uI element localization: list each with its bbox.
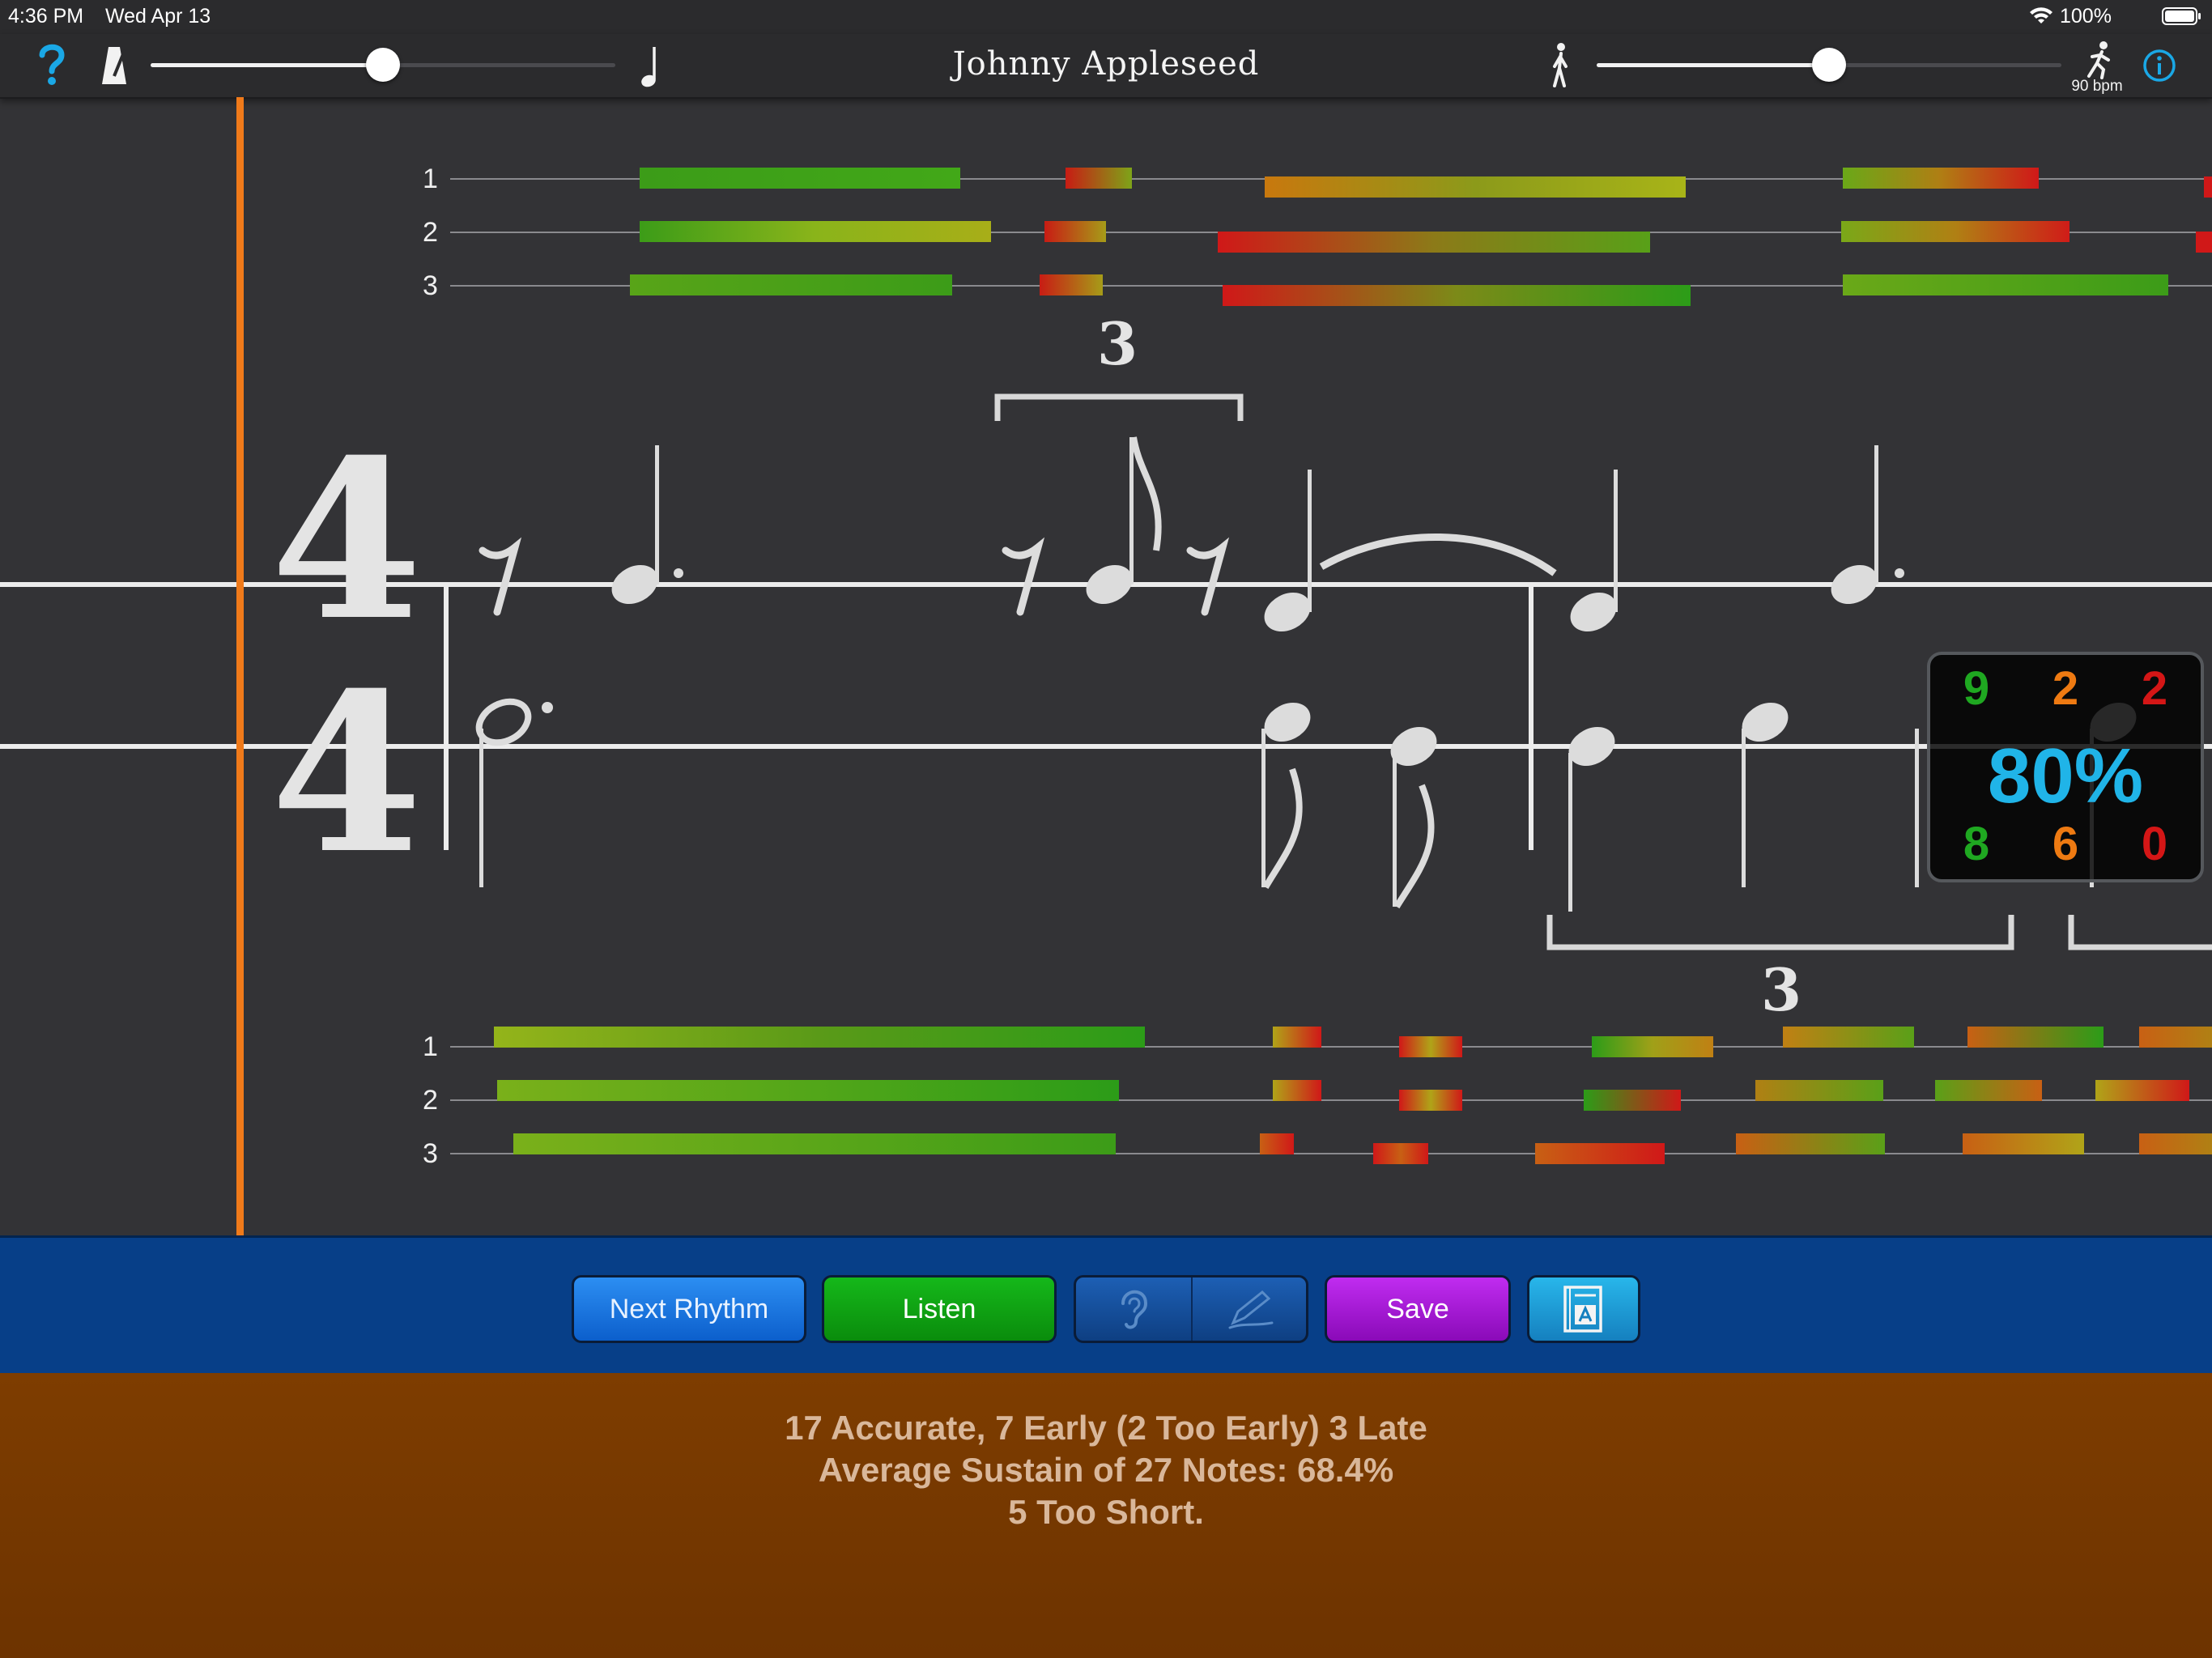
dictionary-book-icon (1563, 1286, 1602, 1333)
timing-bar (1273, 1080, 1321, 1101)
info-circle-icon[interactable] (2142, 49, 2176, 83)
ear-mode-button[interactable] (1076, 1278, 1193, 1341)
score-area[interactable]: 1 2 3 4 4 3 3 1 2 3 9 2 2 80% 8 6 0 (0, 97, 2212, 1235)
tempo-slider-thumb[interactable] (1812, 48, 1846, 82)
tuplet-number-bottom: 3 (1760, 955, 1802, 1024)
timing-bar (2139, 1027, 2212, 1048)
timing-bar (1592, 1036, 1713, 1057)
timing-bar (1755, 1080, 1883, 1101)
timing-bar (2139, 1133, 2212, 1154)
tempo-label: 90 bpm (2071, 78, 2123, 95)
timing-bar (2095, 1080, 2189, 1101)
walking-figure-icon (1553, 43, 1568, 87)
tuplet-number-top: 3 (1096, 309, 1138, 378)
timing-bar (513, 1133, 1116, 1154)
button-bar: Next Rhythm Listen Save (0, 1235, 2212, 1378)
timing-bar (1935, 1080, 2042, 1101)
listen-button[interactable]: Listen (822, 1275, 1057, 1343)
timing-bar (1783, 1027, 1914, 1048)
summary-bottom-late: 0 (2141, 818, 2168, 870)
lower-lane-label-3: 3 (423, 1138, 438, 1169)
timing-bar (494, 1027, 1145, 1048)
summary-top-early: 2 (2052, 662, 2079, 715)
timing-bar (1963, 1133, 2084, 1154)
tempo-slider[interactable] (1597, 48, 2061, 82)
playhead[interactable] (236, 97, 244, 1235)
timing-bar (1273, 1027, 1321, 1048)
running-figure-icon (2087, 41, 2110, 79)
timing-bar (1535, 1143, 1665, 1164)
toolbar: Johnny Appleseed 90 bpm (0, 34, 2212, 99)
results-sustain-line: Average Sustain of 27 Notes: 68.4% (818, 1451, 1394, 1489)
wifi-icon (2030, 7, 2052, 23)
summary-bottom-early: 6 (2052, 818, 2079, 870)
timing-bar (1260, 1133, 1294, 1154)
timing-bar (1736, 1133, 1885, 1154)
timing-bar (1584, 1090, 1681, 1111)
status-time: 4:36 PM (8, 5, 84, 28)
tempo-slider-fill (1597, 63, 1829, 67)
pencil-icon (1228, 1290, 1274, 1329)
score-summary-panel: 9 2 2 80% 8 6 0 (1927, 652, 2204, 882)
results-accuracy-line: 17 Accurate, 7 Early (2 Too Early) 3 Lat… (785, 1409, 1427, 1447)
summary-top-accurate: 9 (1963, 662, 1990, 715)
results-panel: 17 Accurate, 7 Early (2 Too Early) 3 Lat… (0, 1373, 2212, 1658)
results-too-short-line: 5 Too Short. (1008, 1493, 1204, 1531)
summary-bottom-accurate: 8 (1963, 818, 1990, 870)
summary-top-late: 2 (2141, 662, 2168, 715)
save-button[interactable]: Save (1325, 1275, 1511, 1343)
lower-lane-label-1: 1 (423, 1031, 438, 1062)
timing-bar (1399, 1090, 1462, 1111)
pencil-mode-button[interactable] (1193, 1278, 1306, 1341)
input-mode-segmented-control[interactable] (1074, 1275, 1308, 1343)
battery-percent: 100% (2060, 5, 2112, 28)
timing-bar (497, 1080, 1119, 1101)
ear-icon (1121, 1290, 1148, 1329)
time-signature-numerator: 4 (270, 411, 423, 669)
dictionary-button[interactable] (1527, 1275, 1640, 1343)
status-bar: 4:36 PM Wed Apr 13 100% (0, 0, 2212, 34)
timing-bar (1399, 1036, 1462, 1057)
lower-lane-label-2: 2 (423, 1085, 438, 1116)
battery-icon (2162, 7, 2201, 25)
timing-bar (1373, 1143, 1428, 1164)
next-rhythm-button[interactable]: Next Rhythm (572, 1275, 806, 1343)
status-date: Wed Apr 13 (105, 5, 211, 28)
timing-bar (1967, 1027, 2104, 1048)
time-signature-denominator: 4 (270, 644, 423, 902)
summary-percent: 80% (1987, 733, 2144, 819)
